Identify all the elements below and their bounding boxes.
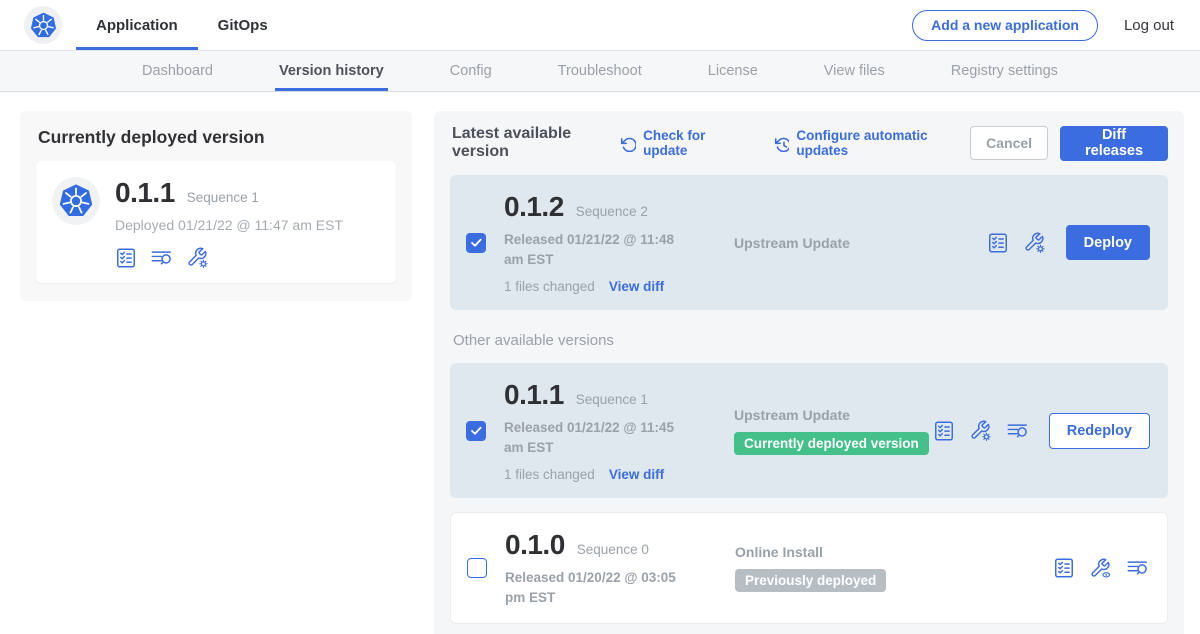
version-source-label: Online Install bbox=[735, 544, 823, 560]
preflight-checks-icon[interactable] bbox=[933, 420, 955, 442]
tab-gitops[interactable]: GitOps bbox=[198, 0, 288, 50]
version-checkbox[interactable] bbox=[466, 421, 486, 441]
kubernetes-logo bbox=[24, 6, 62, 44]
deploy-button[interactable]: Deploy bbox=[1066, 225, 1150, 260]
tab-application[interactable]: Application bbox=[76, 0, 198, 50]
version-checkbox[interactable] bbox=[466, 233, 486, 253]
other-available-versions-label: Other available versions bbox=[453, 332, 1168, 349]
tab-application-label: Application bbox=[96, 17, 178, 34]
released-date: Released 01/20/22 @ 03:05 pm EST bbox=[505, 568, 693, 607]
view-diff-link[interactable]: View diff bbox=[609, 467, 664, 482]
edit-config-icon[interactable] bbox=[969, 419, 992, 442]
version-number: 0.1.1 bbox=[504, 379, 564, 411]
files-changed-label: 1 files changed bbox=[504, 467, 595, 482]
check-for-update-link[interactable]: Check for update bbox=[620, 128, 745, 158]
available-versions-panel: Latest available version Check for updat… bbox=[434, 111, 1184, 634]
status-badge: Currently deployed version bbox=[734, 432, 929, 455]
check-for-update-label: Check for update bbox=[643, 128, 745, 158]
latest-available-title: Latest available version bbox=[452, 125, 620, 161]
scheduled-update-icon bbox=[774, 135, 790, 152]
view-diff-link[interactable]: View diff bbox=[609, 279, 664, 294]
deployed-version-number: 0.1.1 bbox=[115, 177, 175, 209]
deploy-logs-icon[interactable] bbox=[150, 247, 173, 269]
checkmark-icon bbox=[469, 423, 484, 438]
redeploy-button[interactable]: Redeploy bbox=[1049, 413, 1150, 449]
status-badge: Previously deployed bbox=[735, 569, 886, 592]
tab-view-files[interactable]: View files bbox=[820, 51, 889, 91]
released-date: Released 01/21/22 @ 11:45 am EST bbox=[504, 418, 692, 457]
version-card: 0.1.1 Sequence 1 Released 01/21/22 @ 11:… bbox=[450, 363, 1168, 498]
files-changed-label: 1 files changed bbox=[504, 279, 595, 294]
tab-registry-settings[interactable]: Registry settings bbox=[947, 51, 1062, 91]
top-nav: Application GitOps Add a new application… bbox=[0, 0, 1200, 50]
preflight-checks-icon[interactable] bbox=[987, 232, 1009, 254]
refresh-icon bbox=[620, 135, 636, 152]
deploy-logs-icon[interactable] bbox=[1006, 420, 1029, 442]
cancel-button[interactable]: Cancel bbox=[970, 126, 1048, 160]
version-card: 0.1.0 Sequence 0 Released 01/20/22 @ 03:… bbox=[450, 512, 1168, 624]
deployed-version-card: 0.1.1 Sequence 1 Deployed 01/21/22 @ 11:… bbox=[36, 161, 396, 283]
sequence-label: Sequence 2 bbox=[576, 204, 648, 219]
logout-button[interactable]: Log out bbox=[1124, 17, 1174, 34]
configure-automatic-updates-link[interactable]: Configure automatic updates bbox=[774, 128, 971, 158]
deploy-logs-icon[interactable] bbox=[1126, 557, 1149, 579]
currently-deployed-panel: Currently deployed version 0.1.1 Sequenc… bbox=[20, 111, 412, 301]
tab-gitops-label: GitOps bbox=[218, 17, 268, 34]
edit-config-icon[interactable] bbox=[1023, 231, 1046, 254]
currently-deployed-title: Currently deployed version bbox=[38, 127, 396, 148]
tab-troubleshoot[interactable]: Troubleshoot bbox=[554, 51, 646, 91]
preflight-checks-icon[interactable] bbox=[1053, 557, 1075, 579]
edit-config-icon[interactable] bbox=[186, 246, 209, 269]
app-sub-nav: Dashboard Version history Config Trouble… bbox=[0, 50, 1200, 92]
diff-releases-button[interactable]: Diff releases bbox=[1060, 126, 1168, 161]
tab-version-history[interactable]: Version history bbox=[275, 51, 388, 91]
kubernetes-wheel-icon bbox=[28, 10, 59, 41]
deployed-sequence-label: Sequence 1 bbox=[187, 190, 259, 205]
view-config-icon[interactable] bbox=[1089, 557, 1112, 580]
checkmark-icon bbox=[469, 235, 484, 250]
released-date: Released 01/21/22 @ 11:48 am EST bbox=[504, 230, 692, 269]
available-versions-header: Latest available version Check for updat… bbox=[450, 125, 1168, 161]
version-number: 0.1.2 bbox=[504, 191, 564, 223]
add-new-application-button[interactable]: Add a new application bbox=[912, 10, 1098, 41]
sequence-label: Sequence 0 bbox=[577, 542, 649, 557]
version-card: 0.1.2 Sequence 2 Released 01/21/22 @ 11:… bbox=[450, 175, 1168, 310]
version-number: 0.1.0 bbox=[505, 529, 565, 561]
version-checkbox[interactable] bbox=[467, 558, 487, 578]
version-source-label: Upstream Update bbox=[734, 407, 850, 423]
sequence-label: Sequence 1 bbox=[576, 392, 648, 407]
deployed-date: Deployed 01/21/22 @ 11:47 am EST bbox=[115, 217, 343, 233]
kubernetes-wheel-icon bbox=[56, 181, 96, 221]
configure-automatic-updates-label: Configure automatic updates bbox=[796, 128, 970, 158]
tab-dashboard[interactable]: Dashboard bbox=[138, 51, 217, 91]
app-logo bbox=[52, 177, 100, 225]
main-content: Currently deployed version 0.1.1 Sequenc… bbox=[0, 92, 1200, 634]
preflight-checks-icon[interactable] bbox=[115, 247, 137, 269]
tab-config[interactable]: Config bbox=[446, 51, 496, 91]
version-source-label: Upstream Update bbox=[734, 235, 850, 251]
tab-license[interactable]: License bbox=[704, 51, 762, 91]
